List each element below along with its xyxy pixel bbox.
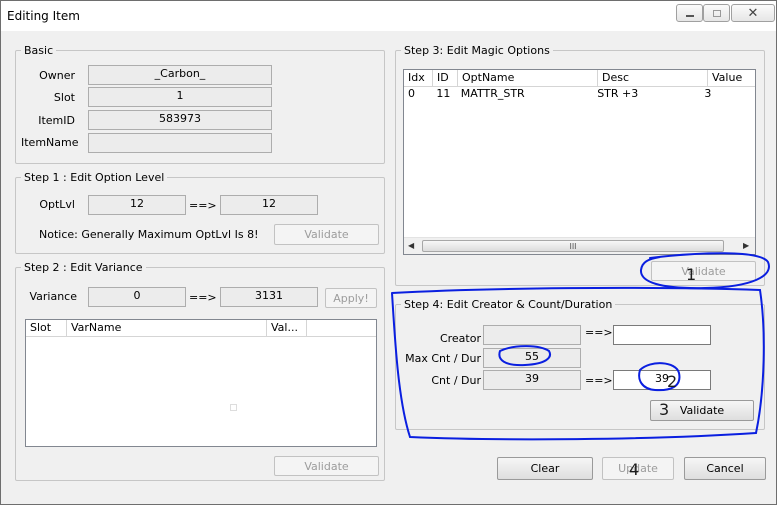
annotation-overlay <box>391 252 770 441</box>
annotation-mark-2: 2 <box>667 372 678 391</box>
annotation-outline-step4 <box>391 286 765 441</box>
annotation-mark-3: 3 <box>659 400 670 419</box>
annotation-circle-step3-validate <box>640 252 770 290</box>
annotation-mark-1: 1 <box>686 265 697 284</box>
annotation-mark-4: 4 <box>629 460 640 479</box>
annotation-circle-maxcnt <box>498 345 551 367</box>
